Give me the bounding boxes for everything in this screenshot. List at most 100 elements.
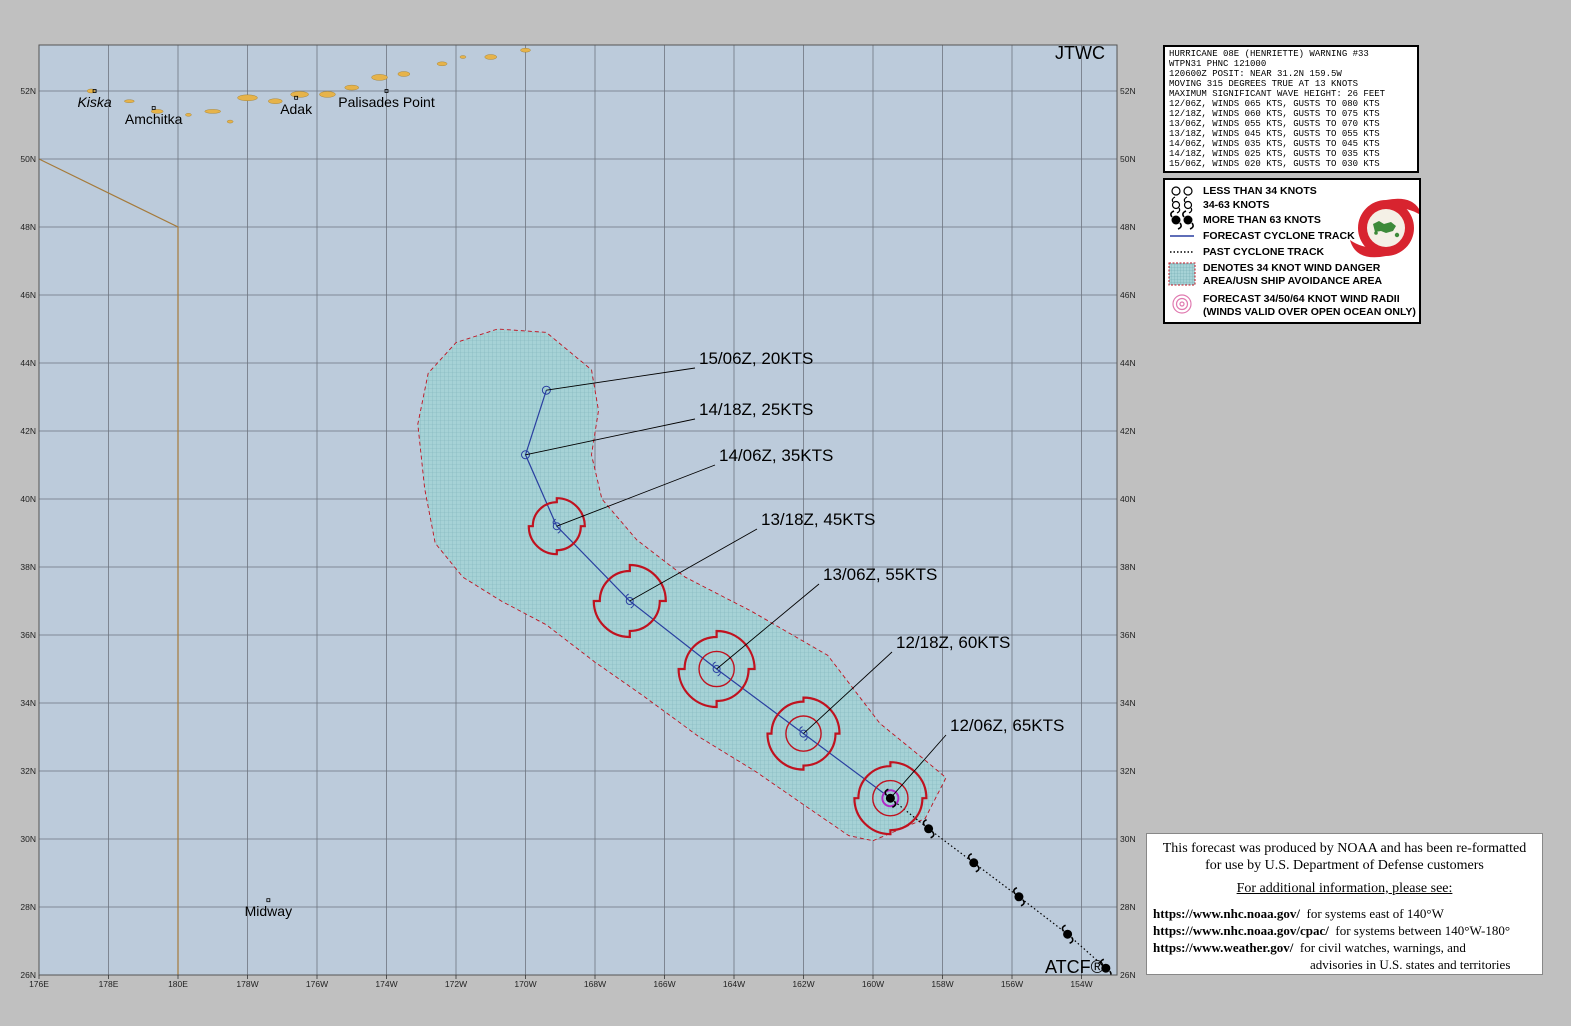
legend-label: (WINDS VALID OVER OPEN OCEAN ONLY) xyxy=(1203,306,1416,318)
lat-tick-label: 32N xyxy=(1120,766,1136,776)
legend-label: FORECAST 34/50/64 KNOT WIND RADII xyxy=(1203,293,1400,305)
cphc-logo xyxy=(1350,198,1419,258)
lon-tick-label: 170W xyxy=(514,979,536,989)
forecast-label: 15/06Z, 20KTS xyxy=(699,349,813,368)
warning-line: 12/06Z, WINDS 065 KTS, GUSTS TO 080 KTS xyxy=(1169,99,1380,109)
island xyxy=(185,113,192,117)
wind-radii-icon xyxy=(1172,294,1192,314)
lat-tick-label: 26N xyxy=(20,970,36,980)
island xyxy=(484,54,497,60)
island xyxy=(397,71,411,77)
island xyxy=(436,61,448,66)
legend-label: 34-63 KNOTS xyxy=(1203,199,1270,211)
lon-tick-label: 160W xyxy=(862,979,884,989)
warning-line: WTPN31 PHNC 121000 xyxy=(1169,59,1267,69)
lat-tick-label: 44N xyxy=(20,358,36,368)
warning-line: 13/06Z, WINDS 055 KTS, GUSTS TO 070 KTS xyxy=(1169,119,1380,129)
lat-tick-label: 36N xyxy=(20,630,36,640)
lon-tick-label: 166W xyxy=(653,979,675,989)
place-label: Palisades Point xyxy=(338,94,435,110)
lon-tick-label: 174W xyxy=(375,979,397,989)
lon-tick-label: 164W xyxy=(723,979,745,989)
lon-tick-label: 176E xyxy=(29,979,49,989)
weather-gov-link[interactable]: https://www.weather.gov/ xyxy=(1153,940,1293,955)
island xyxy=(319,91,336,98)
island xyxy=(520,48,531,53)
lon-tick-label: 168W xyxy=(584,979,606,989)
info-line: This forecast was produced by NOAA and h… xyxy=(1162,841,1527,856)
lon-tick-label: 178W xyxy=(236,979,258,989)
island xyxy=(204,109,221,114)
hatched-area-icon xyxy=(1168,262,1196,286)
lat-tick-label: 28N xyxy=(1120,902,1136,912)
island xyxy=(290,91,309,98)
legend-label: AREA/USN SHIP AVOIDANCE AREA xyxy=(1203,275,1383,287)
lon-tick-label: 180E xyxy=(168,979,188,989)
place-label: Adak xyxy=(280,101,313,117)
lat-tick-label: 50N xyxy=(1120,154,1136,164)
island xyxy=(553,37,567,43)
link-description: for systems between 140°W-180° xyxy=(1335,923,1511,938)
legend-label: FORECAST CYCLONE TRACK xyxy=(1203,230,1355,242)
info-box: This forecast was produced by NOAA and h… xyxy=(1146,833,1543,975)
link-description: advisories in U.S. states and territorie… xyxy=(1310,957,1511,972)
lon-tick-label: 156W xyxy=(1001,979,1023,989)
hurricane-symbol-icon xyxy=(1170,210,1194,230)
forecast-label: 14/06Z, 35KTS xyxy=(719,446,833,465)
cpac-link[interactable]: https://www.nhc.noaa.gov/cpac/ xyxy=(1153,923,1329,938)
lat-tick-label: 46N xyxy=(20,290,36,300)
lat-tick-label: 40N xyxy=(1120,494,1136,504)
lat-tick-label: 50N xyxy=(20,154,36,164)
island xyxy=(620,23,640,29)
lon-tick-label: 172W xyxy=(445,979,467,989)
storm-symbol-icon xyxy=(1171,196,1193,214)
legend-label: LESS THAN 34 KNOTS xyxy=(1203,185,1317,197)
lat-tick-label: 52N xyxy=(20,86,36,96)
island xyxy=(459,55,467,59)
legend-label: DENOTES 34 KNOT WIND DANGER xyxy=(1203,262,1381,274)
lat-tick-label: 48N xyxy=(1120,222,1136,232)
place-label: Amchitka xyxy=(125,111,183,127)
warning-line: 15/06Z, WINDS 020 KTS, GUSTS TO 030 KTS xyxy=(1169,159,1380,169)
lat-tick-label: 46N xyxy=(1120,290,1136,300)
warning-line: 14/18Z, WINDS 025 KTS, GUSTS TO 035 KTS xyxy=(1169,149,1380,159)
island xyxy=(124,99,135,103)
lat-tick-label: 28N xyxy=(20,902,36,912)
lat-tick-label: 40N xyxy=(20,494,36,504)
lat-tick-label: 26N xyxy=(1120,970,1136,980)
lon-tick-label: 158W xyxy=(931,979,953,989)
lat-tick-label: 38N xyxy=(20,562,36,572)
lon-tick-label: 176W xyxy=(306,979,328,989)
island xyxy=(344,84,359,91)
lon-tick-label: 162W xyxy=(792,979,814,989)
legend-label: PAST CYCLONE TRACK xyxy=(1203,246,1325,258)
lat-tick-label: 34N xyxy=(20,698,36,708)
place-label: Midway xyxy=(245,903,292,919)
forecast-label: 13/06Z, 55KTS xyxy=(823,565,937,584)
lat-tick-label: 36N xyxy=(1120,630,1136,640)
lat-tick-label: 38N xyxy=(1120,562,1136,572)
lat-tick-label: 42N xyxy=(1120,426,1136,436)
warning-line: 120600Z POSIT: NEAR 31.2N 159.5W xyxy=(1169,69,1342,79)
warning-line: MAXIMUM SIGNIFICANT WAVE HEIGHT: 26 FEET xyxy=(1169,89,1386,99)
warning-line: 12/18Z, WINDS 060 KTS, GUSTS TO 075 KTS xyxy=(1169,109,1380,119)
legend-label: MORE THAN 63 KNOTS xyxy=(1203,214,1321,226)
forecast-label: 14/18Z, 25KTS xyxy=(699,400,813,419)
forecast-label: 13/18Z, 45KTS xyxy=(761,510,875,529)
island xyxy=(371,74,388,81)
warning-line: 14/06Z, WINDS 035 KTS, GUSTS TO 045 KTS xyxy=(1169,139,1380,149)
link-description: for systems east of 140°W xyxy=(1306,906,1444,921)
map-legend: LESS THAN 34 KNOTS 34-63 KNOTS MORE THAN… xyxy=(1163,178,1421,324)
warning-line: MOVING 315 DEGREES TRUE AT 13 KNOTS xyxy=(1169,79,1359,89)
island xyxy=(594,27,610,33)
place-label: Kiska xyxy=(77,94,111,110)
lon-tick-label: 178E xyxy=(99,979,119,989)
lat-tick-label: 42N xyxy=(20,426,36,436)
agency-label: JTWC xyxy=(1055,43,1105,63)
nhc-link[interactable]: https://www.nhc.noaa.gov/ xyxy=(1153,906,1300,921)
island xyxy=(226,119,234,124)
open-circle-icon xyxy=(1171,186,1193,196)
warning-line: 13/18Z, WINDS 045 KTS, GUSTS TO 055 KTS xyxy=(1169,129,1380,139)
warning-line: HURRICANE 08E (HENRIETTE) WARNING #33 xyxy=(1169,49,1369,59)
lat-tick-label: 48N xyxy=(20,222,36,232)
